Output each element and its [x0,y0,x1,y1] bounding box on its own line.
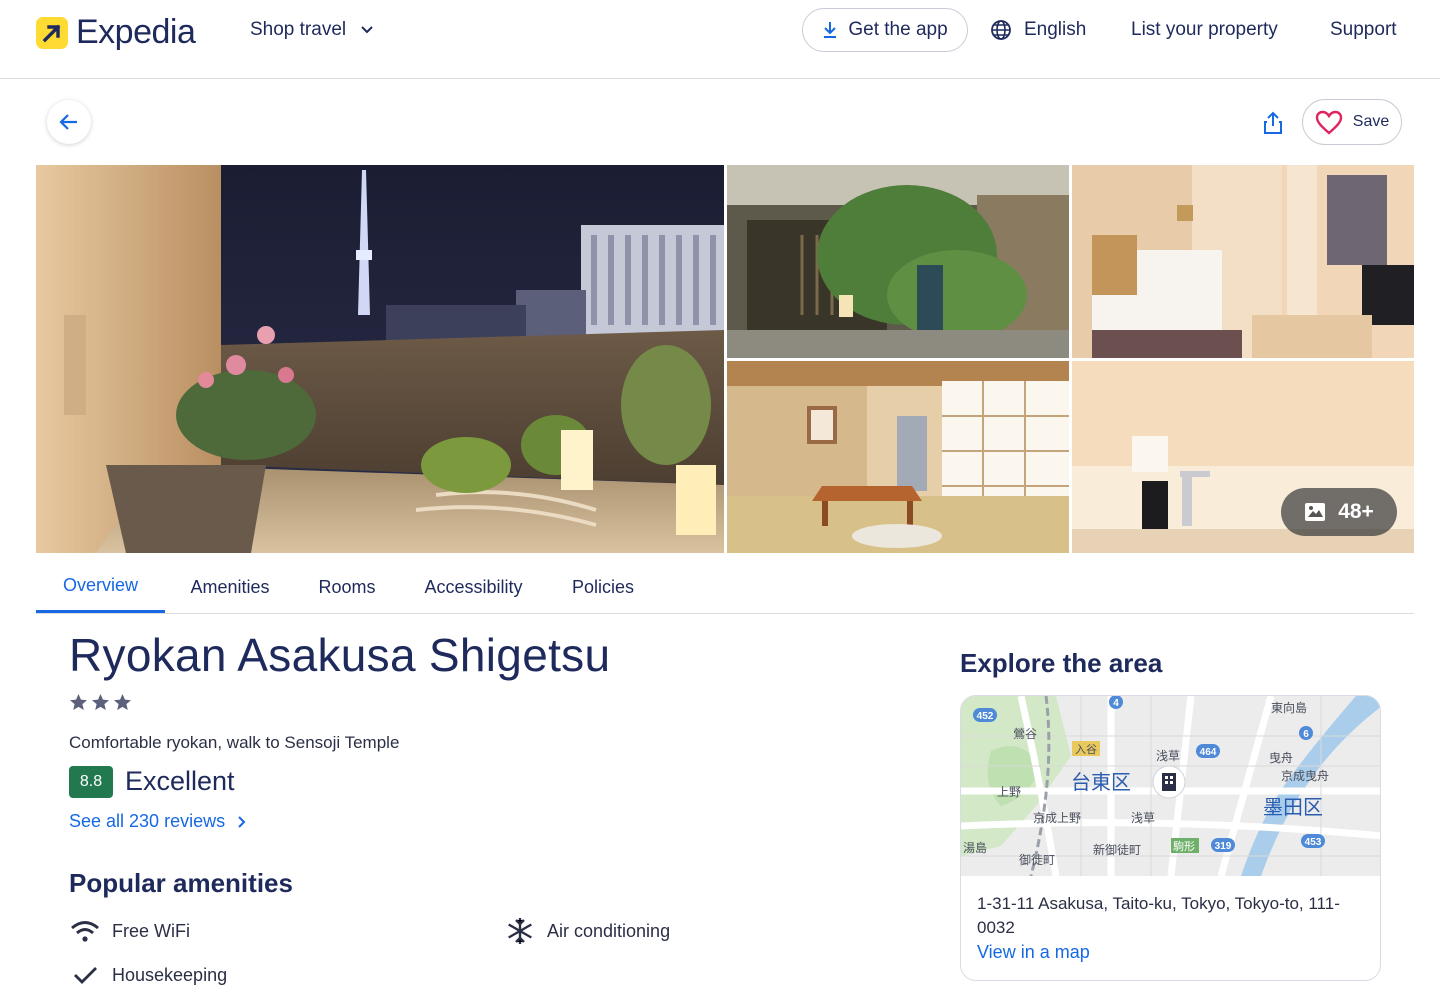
shop-travel-label: Shop travel [250,19,347,40]
tab-policies[interactable]: Policies [558,561,648,613]
amenity-label: Free WiFi [112,920,190,941]
explore-area-heading: Explore the area [960,648,1163,678]
save-label: Save [1352,113,1390,130]
tab-overview[interactable]: Overview [36,561,165,613]
area-map[interactable]: 452 464 453 319 4 6 台東区 墨田区 浅草 上野 京成上野 鶯… [961,696,1380,877]
top-header: Expedia Shop travel Get the app English … [0,0,1440,79]
list-property-label: List your property [1131,19,1278,40]
route-badge: 452 [977,711,994,722]
popular-amenities-heading: Popular amenities [69,868,293,898]
map-label: 浅草 [1156,749,1180,763]
image-gallery-icon [1305,503,1326,521]
main-photo-rooftop-garden[interactable] [36,165,724,553]
globe-icon [991,20,1011,40]
star-rating [69,693,132,711]
route-badge: 319 [1215,841,1232,852]
amenity-free-wifi: Free WiFi [69,917,190,945]
property-name: Ryokan Asakusa Shigetsu [69,629,611,681]
map-label: 新御徒町 [1093,842,1141,857]
save-button[interactable]: Save [1302,99,1402,145]
star-icon [91,693,110,711]
map-label: 湯島 [963,840,987,855]
see-all-photos-button[interactable]: 48+ [1281,488,1397,536]
logo-arrow-icon [36,16,68,49]
tab-accessibility[interactable]: Accessibility [406,561,541,613]
list-your-property-link[interactable]: List your property [1131,19,1278,41]
heart-icon [1315,110,1342,135]
shop-travel-menu[interactable]: Shop travel [250,19,374,41]
amenity-air-conditioning: Air conditioning [504,917,670,945]
snowflake-icon [504,917,536,945]
map-label-district: 台東区 [1071,770,1131,794]
wifi-icon [69,917,101,945]
share-button[interactable] [1258,108,1288,138]
amenity-label: Housekeeping [112,964,228,985]
tab-amenities[interactable]: Amenities [174,561,286,613]
download-icon [824,22,837,38]
photo-count: 48+ [1338,500,1374,523]
map-label: 鶯谷 [1013,726,1037,741]
property-address: 1-31-11 Asakusa, Taito-ku, Tokyo, Tokyo-… [977,894,1340,937]
tab-rooms[interactable]: Rooms [306,561,388,613]
checkmark-icon [69,961,101,989]
map-label: 入谷 [1075,743,1097,756]
route-badge: 4 [1113,698,1119,709]
amenity-label: Air conditioning [547,920,671,941]
star-icon [69,693,88,711]
route-badge: 464 [1200,747,1217,758]
map-label: 曳舟 [1269,751,1293,765]
map-label: 御徒町 [1019,852,1055,867]
view-in-map-link[interactable]: View in a map [977,942,1090,963]
map-label-district: 墨田区 [1263,795,1323,819]
route-badge: 453 [1305,837,1322,848]
photo-tatami-room[interactable] [727,361,1069,553]
support-link[interactable]: Support [1330,19,1397,41]
map-label: 京成曳舟 [1281,769,1329,783]
language-selector[interactable]: English [990,19,1086,41]
photo-single-room[interactable] [1072,165,1414,358]
get-the-app-label: Get the app [848,19,948,40]
reviews-link-label: See all 230 reviews [69,811,226,831]
map-card: 452 464 453 319 4 6 台東区 墨田区 浅草 上野 京成上野 鶯… [960,695,1381,981]
photo-entrance[interactable] [727,165,1069,358]
property-tagline: Comfortable ryokan, walk to Sensoji Temp… [69,733,400,752]
star-icon [113,693,132,711]
amenity-housekeeping: Housekeeping [69,961,227,989]
expedia-logo[interactable]: Expedia [36,13,196,52]
get-the-app-button[interactable]: Get the app [802,8,968,52]
map-label: 東向島 [1271,700,1307,715]
hotel-marker-icon[interactable] [1152,765,1186,799]
map-label: 京成上野 [1033,811,1081,825]
section-tabs: Overview Amenities Rooms Accessibility P… [36,561,1414,614]
language-label: English [1024,19,1087,40]
rating-description: Excellent [125,766,235,796]
chevron-right-icon [238,815,246,828]
chevron-down-icon [360,19,374,41]
logo-text: Expedia [76,13,196,51]
back-button[interactable] [47,100,91,144]
support-label: Support [1330,19,1397,40]
arrow-left-icon [59,114,77,130]
route-badge: 6 [1303,729,1309,740]
share-icon [1264,111,1282,134]
see-all-reviews-link[interactable]: See all 230 reviews [69,811,246,832]
map-label: 上野 [997,785,1021,799]
map-label: 浅草 [1131,811,1155,825]
rating-score-badge: 8.8 [69,766,113,798]
map-label: 駒形 [1173,840,1195,853]
